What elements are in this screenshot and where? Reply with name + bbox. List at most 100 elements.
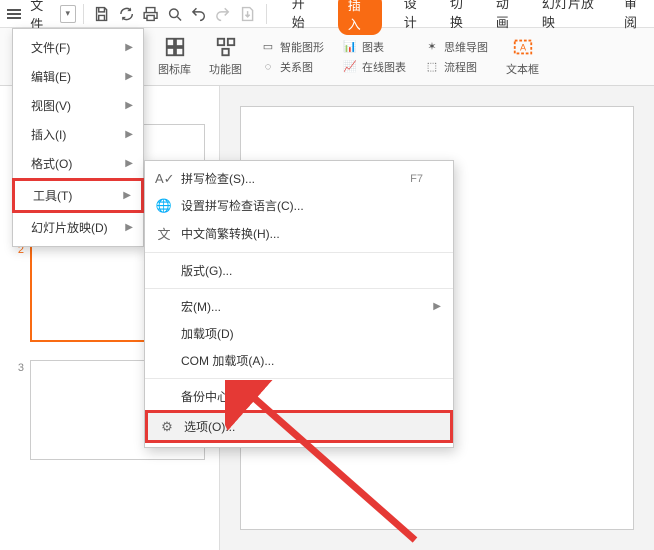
ribbon-iconlib[interactable]: 图标库 xyxy=(158,34,191,79)
separator xyxy=(266,4,267,24)
menu-label: 编辑(E) xyxy=(31,68,71,85)
ribbon-label: 文本框 xyxy=(506,61,539,77)
shortcut-text: F7 xyxy=(410,173,423,185)
undo-icon[interactable] xyxy=(190,5,207,23)
menu-format[interactable]: 格式(O) ▶ xyxy=(13,149,143,178)
tab-design[interactable]: 设计 xyxy=(404,0,428,35)
redo-icon[interactable] xyxy=(214,5,231,23)
menu-label: 文件(F) xyxy=(31,39,70,56)
convert-icon: 文 xyxy=(155,224,173,243)
tools-submenu: A✓ 拼写检查(S)... F7 🌐 设置拼写检查语言(C)... 文中文简繁转换(H… xyxy=(144,160,454,448)
menu-label: 选项(O)... xyxy=(184,418,235,435)
morefx-icon xyxy=(215,36,237,58)
ribbon-mindmap[interactable]: ✶思维导图 xyxy=(424,39,488,55)
menu-insert[interactable]: 插入(I) ▶ xyxy=(13,120,143,149)
submenu-backup[interactable]: 备份中心(K)... xyxy=(145,383,453,410)
submenu-arrow-icon: ▶ xyxy=(125,129,133,140)
smartart-icon: ▭ xyxy=(260,39,276,55)
menu-slideshow[interactable]: 幻灯片放映(D)▶ xyxy=(13,213,143,242)
tab-start[interactable]: 开始 xyxy=(292,0,316,35)
title-bar: 文件 ▾ 开始 插入 设计 切换 动画 幻灯片放映 审阅 xyxy=(0,0,654,28)
menu-label: 中文简繁转换(H)... xyxy=(181,225,280,242)
submenu-comaddins[interactable]: COM 加载项(A)... xyxy=(145,347,453,374)
ribbon-label: 思维导图 xyxy=(444,39,488,55)
chart-icon: 📊 xyxy=(342,39,358,55)
menu-label: 版式(G)... xyxy=(181,262,232,279)
onlinechart-icon: 📈 xyxy=(342,59,358,75)
separator xyxy=(83,4,84,24)
separator xyxy=(145,252,453,253)
submenu-arrow-icon: ▶ xyxy=(125,71,133,82)
ribbon-relation[interactable]: ◌关系图 xyxy=(260,59,324,75)
menu-label: COM 加载项(A)... xyxy=(181,352,274,369)
submenu-arrow-icon: ▶ xyxy=(125,100,133,111)
ribbon-tabs: 开始 插入 设计 切换 动画 幻灯片放映 审阅 xyxy=(292,0,648,35)
menu-label: 加载项(D) xyxy=(181,325,234,342)
submenu-options[interactable]: ⚙ 选项(O)... xyxy=(148,413,450,440)
tab-transition[interactable]: 切换 xyxy=(450,0,474,35)
mindmap-icon: ✶ xyxy=(424,39,440,55)
ribbon-morefx[interactable]: 功能图 xyxy=(209,34,242,79)
menu-label: 宏(M)... xyxy=(181,298,221,315)
relation-icon: ◌ xyxy=(260,59,276,75)
menu-label: 设置拼写检查语言(C)... xyxy=(181,197,304,214)
gear-icon: ⚙ xyxy=(158,419,176,435)
menu-edit[interactable]: 编辑(E) ▶ xyxy=(13,62,143,91)
ribbon-smartart[interactable]: ▭智能图形 xyxy=(260,39,324,55)
slide-number: 3 xyxy=(14,362,24,460)
submenu-arrow-icon: ▶ xyxy=(125,158,133,169)
ribbon-chart[interactable]: 📊图表 xyxy=(342,39,406,55)
ribbon-onlinechart[interactable]: 📈在线图表 xyxy=(342,59,406,75)
chevron-down-icon: ▾ xyxy=(66,8,71,19)
menu-label: 格式(O) xyxy=(31,155,72,172)
menu-label: 备份中心(K)... xyxy=(181,388,255,405)
print-icon[interactable] xyxy=(142,5,159,23)
submenu-spellcheck[interactable]: A✓ 拼写检查(S)... F7 xyxy=(145,165,453,192)
export-icon[interactable] xyxy=(239,5,256,23)
separator xyxy=(145,378,453,379)
iconlib-icon xyxy=(164,36,186,58)
submenu-arrow-icon: ▶ xyxy=(433,301,441,312)
highlight-tools: 工具(T) ▶ xyxy=(12,178,144,213)
lang-icon: 🌐 xyxy=(155,198,173,214)
tab-slideshow[interactable]: 幻灯片放映 xyxy=(542,0,602,35)
submenu-arrow-icon: ▶ xyxy=(125,42,133,53)
hamburger-icon[interactable] xyxy=(6,7,21,21)
menu-view[interactable]: 视图(V) ▶ xyxy=(13,91,143,120)
ribbon-label: 图表 xyxy=(362,39,384,55)
menu-label: 工具(T) xyxy=(33,187,72,204)
submenu-layout[interactable]: 版式(G)... xyxy=(145,257,453,284)
tab-animation[interactable]: 动画 xyxy=(496,0,520,35)
menu-tools[interactable]: 工具(T) ▶ xyxy=(15,181,141,210)
save-icon[interactable] xyxy=(93,5,110,23)
menu-label: 拼写检查(S)... xyxy=(181,170,255,187)
separator xyxy=(145,288,453,289)
ribbon-label: 关系图 xyxy=(280,59,313,75)
submenu-macro[interactable]: 宏(M)... ▶ xyxy=(145,293,453,320)
submenu-arrow-icon: ▶ xyxy=(123,190,131,201)
ribbon-label: 流程图 xyxy=(444,59,477,75)
ribbon-label: 功能图 xyxy=(209,61,242,77)
ribbon-textbox[interactable]: A 文本框 xyxy=(506,34,539,79)
file-menu-dropdown[interactable]: ▾ xyxy=(60,5,75,23)
ribbon-label: 智能图形 xyxy=(280,39,324,55)
tab-insert[interactable]: 插入 xyxy=(338,0,382,35)
flowchart-icon: ⬚ xyxy=(424,59,440,75)
ribbon-label: 在线图表 xyxy=(362,59,406,75)
tab-review[interactable]: 审阅 xyxy=(624,0,648,35)
submenu-chineseconv[interactable]: 文中文简繁转换(H)... xyxy=(145,219,453,248)
spellcheck-icon: A✓ xyxy=(155,171,173,187)
ribbon-flowchart[interactable]: ⬚流程图 xyxy=(424,59,488,75)
ribbon-label: 图标库 xyxy=(158,61,191,77)
textbox-icon: A xyxy=(512,36,534,58)
menu-label: 幻灯片放映(D) xyxy=(31,219,108,236)
file-main-menu: 文件(F) ▶ 编辑(E) ▶ 视图(V) ▶ 插入(I) ▶ 格式(O) ▶ 工具(T)… xyxy=(12,28,144,247)
sync-icon[interactable] xyxy=(118,5,135,23)
preview-icon[interactable] xyxy=(166,5,183,23)
menu-label: 视图(V) xyxy=(31,97,71,114)
menu-label: 插入(I) xyxy=(31,126,66,143)
submenu-setlang[interactable]: 🌐 设置拼写检查语言(C)... xyxy=(145,192,453,219)
slide-number: 2 xyxy=(14,244,24,342)
submenu-addins[interactable]: 加载项(D) xyxy=(145,320,453,347)
menu-file[interactable]: 文件(F) ▶ xyxy=(13,33,143,62)
